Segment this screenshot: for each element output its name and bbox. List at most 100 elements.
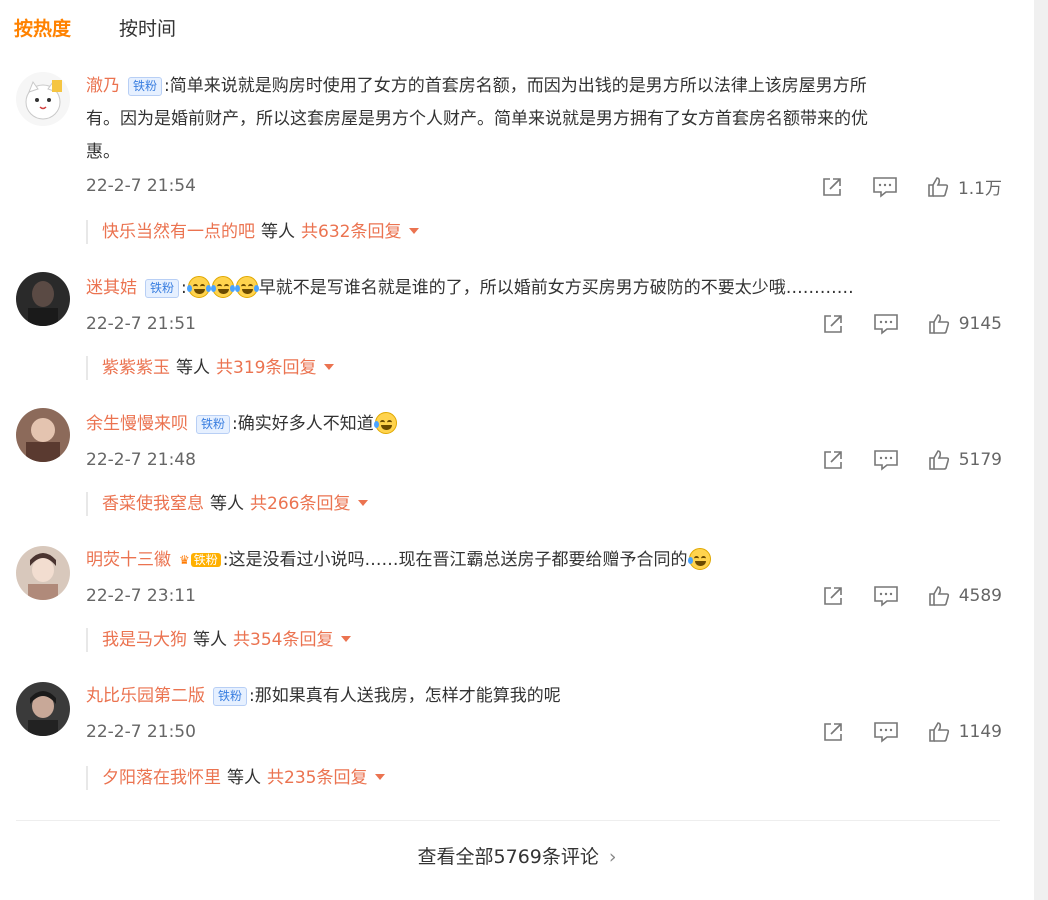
like-button[interactable]: 9145 [927,312,1002,336]
avatar[interactable] [16,72,70,126]
comment-username[interactable]: 澈乃 [86,76,120,96]
comment-button[interactable] [872,175,898,199]
reply-summary[interactable]: 夕阳落在我怀里 等人 共235条回复 [86,766,386,790]
comment-text: 余生慢慢来呗 铁粉:确实好多人不知道 [86,408,1006,440]
reply-total-link[interactable]: 共632条回复 [301,222,401,242]
crown-icon: ♛ [179,553,190,567]
reply-username[interactable]: 夕阳落在我怀里 [102,768,221,788]
share-button[interactable] [821,720,845,744]
user-photo-avatar-icon [16,682,70,736]
share-button[interactable] [821,584,845,608]
reply-total-link[interactable]: 共354条回复 [233,630,333,650]
avatar[interactable] [16,408,70,462]
fan-badge[interactable]: 铁粉 [145,279,180,298]
comment-body: 早就不是写谁名就是谁的了，所以婚前女方买房男方破防的不要太少哦 [258,278,786,298]
comment-text: 明荧十三徽 ♛ 铁粉:这是没看过小说吗……现在晋江霸总送房子都要给赠予合同的 [86,544,1006,576]
laugh-cry-emoji-icon [234,276,259,298]
comment-icon [873,314,898,335]
reply-summary[interactable]: 香菜使我窒息 等人 共266条回复 [86,492,369,516]
reply-etc-label: 等人 [261,222,295,242]
share-icon [823,587,842,605]
comment-time: 22-2-7 21:51 [86,314,196,334]
lucky-cat-avatar-icon [16,72,70,126]
like-button[interactable]: 4589 [927,584,1002,608]
avatar[interactable] [16,682,70,736]
fan-badge[interactable]: 铁粉 [213,687,248,706]
thumbs-up-icon [928,450,949,470]
comment-username[interactable]: 丸比乐园第二版 [86,686,205,706]
like-count: 9145 [958,314,1002,334]
laugh-cry-emoji-icon [186,276,211,298]
reply-username[interactable]: 香菜使我窒息 [102,494,204,514]
comment-username[interactable]: 迷其姞 [86,278,137,298]
comment-username[interactable]: 明荧十三徽 [86,550,171,570]
avatar[interactable] [16,546,70,600]
tab-sort-by-hot[interactable]: 按热度 [14,14,71,44]
like-button[interactable]: 5179 [927,448,1002,472]
comment-time: 22-2-7 21:48 [86,450,196,470]
comment-button[interactable] [873,584,899,608]
reply-total-link[interactable]: 共319条回复 [216,358,316,378]
like-button[interactable]: 1.1万 [926,174,1002,199]
like-button[interactable]: 1149 [927,720,1002,744]
caret-down-icon[interactable] [358,500,369,506]
comment-button[interactable] [873,720,899,744]
caret-down-icon[interactable] [341,636,352,642]
user-photo-avatar-icon [16,408,70,462]
comment-item: 余生慢慢来呗 铁粉:确实好多人不知道 22-2-7 21:48 5179 香菜使我… [0,398,1034,528]
fan-badge[interactable]: ♛ 铁粉 [179,552,221,569]
caret-down-icon[interactable] [375,774,386,780]
crying-emoji-icon [687,548,711,570]
comment-button[interactable] [873,312,899,336]
like-count: 1149 [958,722,1002,742]
caret-down-icon[interactable] [324,364,335,370]
fan-badge[interactable]: 铁粉 [128,77,163,96]
comment-actions: 1149 [793,720,1002,744]
reply-summary[interactable]: 紫紫紫玉 等人 共319条回复 [86,356,335,380]
laugh-cry-emoji-icon [210,276,235,298]
comment-text-line-2: 有。因为是婚前财产，所以这套房屋是男方个人财产。简单来说就是男方拥有了女方首套房… [86,109,868,129]
comment-time: 22-2-7 21:50 [86,722,196,742]
reply-username[interactable]: 我是马大狗 [102,630,187,650]
share-icon [823,451,842,469]
comment-text: 迷其姞 铁粉: 早就不是写谁名就是谁的了，所以婚前女方买房男方破防的不要太少哦………… [86,276,854,298]
share-button[interactable] [820,175,844,199]
user-photo-avatar-icon [16,272,70,326]
fan-badge[interactable]: 铁粉 [196,415,231,434]
reply-username[interactable]: 快乐当然有一点的吧 [102,222,255,242]
caret-down-icon[interactable] [409,228,420,234]
view-all-comments-link[interactable]: 查看全部5769条评论 › [0,842,1034,869]
comment-time: 22-2-7 23:11 [86,586,196,606]
reply-etc-label: 等人 [176,358,210,378]
comment-button[interactable] [873,448,899,472]
reply-etc-label: 等人 [193,630,227,650]
comment-actions: 4589 [793,584,1002,608]
comment-body: 这是没看过小说吗……现在晋江霸总送房子都要给赠予合同的 [228,550,688,570]
comment-body: 确实好多人不知道 [237,414,374,434]
scrollbar[interactable] [1034,0,1048,900]
thumbs-up-icon [928,722,949,742]
crying-emoji-icon [373,412,397,434]
comment-text: 丸比乐园第二版 铁粉:那如果真有人送我房，怎样才能算我的呢 [86,686,561,706]
share-button[interactable] [821,448,845,472]
comment-actions: 9145 [793,312,1002,336]
comment-body: 那如果真有人送我房，怎样才能算我的呢 [254,686,561,706]
share-button[interactable] [821,312,845,336]
reply-summary[interactable]: 我是马大狗 等人 共354条回复 [86,628,352,652]
reply-username[interactable]: 紫紫紫玉 [102,358,170,378]
reply-etc-label: 等人 [227,768,261,788]
comment-icon [873,176,897,198]
tab-sort-by-time[interactable]: 按时间 [119,14,176,44]
avatar[interactable] [16,272,70,326]
like-count: 1.1万 [957,179,1002,199]
comment-text: 澈乃 铁粉:简单来说就是购房时使用了女方的首套房名额，而因为出钱的是男方所以法律上… [86,76,867,96]
thumbs-up-icon [928,176,949,197]
thumbs-up-icon [928,314,949,334]
reply-total-link[interactable]: 共235条回复 [267,768,367,788]
comment-username[interactable]: 余生慢慢来呗 [86,414,188,434]
reply-summary[interactable]: 快乐当然有一点的吧 等人 共632条回复 [86,220,420,244]
comment-actions: 1.1万 [792,174,1002,199]
comment-time: 22-2-7 21:54 [86,176,196,196]
reply-total-link[interactable]: 共266条回复 [250,494,350,514]
comment-icon [873,722,898,743]
